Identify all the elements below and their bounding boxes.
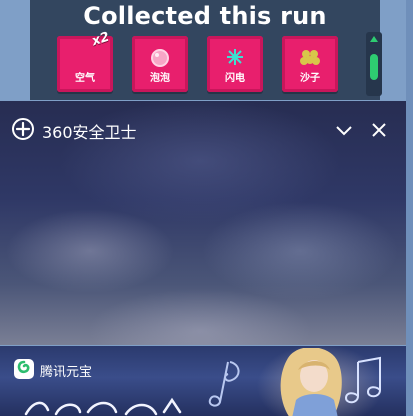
scroll-up-icon[interactable]: [370, 36, 378, 42]
item-count-badge: x2: [89, 29, 111, 50]
close-icon[interactable]: [369, 120, 389, 140]
item-label: 闪电: [225, 73, 245, 84]
item-tile-bubble[interactable]: 泡泡: [132, 36, 188, 92]
ad-title-art: [24, 397, 182, 416]
scroll-thumb[interactable]: [370, 54, 378, 80]
brand-logo-icon: [14, 359, 34, 379]
item-label: 沙子: [300, 73, 320, 84]
collected-scrollbar[interactable]: [366, 32, 382, 96]
collected-title: Collected this run: [83, 2, 327, 30]
music-note-icon: [344, 356, 381, 404]
popup-header: 360安全卫士: [0, 101, 406, 157]
item-tile-lightning[interactable]: 闪电: [207, 36, 263, 92]
item-label: 泡泡: [150, 73, 170, 84]
brand-name: 腾讯元宝: [40, 365, 93, 380]
item-tile-sand[interactable]: 沙子: [282, 36, 338, 92]
popup-title: 360安全卫士: [42, 123, 137, 142]
lightning-icon: [226, 48, 244, 70]
chevron-down-icon[interactable]: [334, 120, 354, 140]
ad-banner[interactable]: 腾讯元宝: [0, 346, 406, 416]
music-note-icon: [208, 361, 240, 407]
collected-items: x2 空气 泡泡 闪电 沙子: [57, 30, 347, 92]
collected-panel: Collected this run x2 空气 泡泡 闪电 沙子: [30, 0, 382, 100]
security-popup: 360安全卫士: [0, 101, 406, 345]
background-edge: [406, 0, 413, 416]
item-tile-air[interactable]: x2 空气: [57, 30, 113, 92]
360-logo-icon: [12, 118, 34, 140]
item-label: 空气: [75, 73, 95, 84]
